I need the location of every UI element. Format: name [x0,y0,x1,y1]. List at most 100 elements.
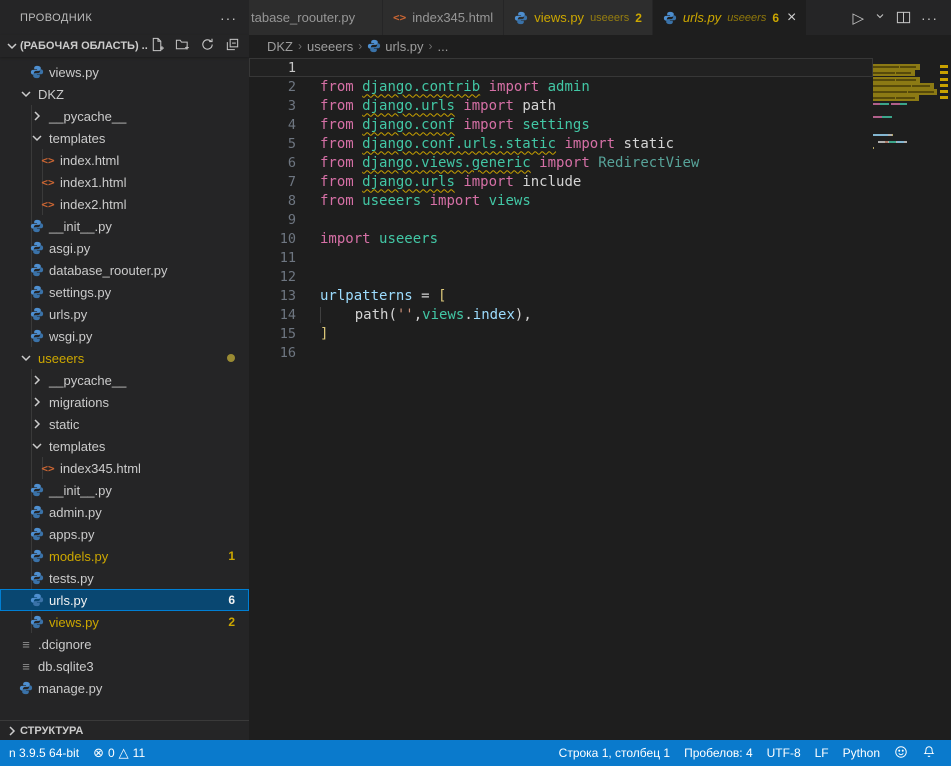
editor-line-6[interactable]: 6from django.views.generic import Redire… [249,153,873,172]
minimap-token [873,97,880,99]
python-icon [29,219,45,233]
editor-line-12[interactable]: 12 [249,267,873,286]
tree-item-templates[interactable]: templates [0,435,249,457]
python-icon [29,527,45,541]
run-dropdown[interactable] [871,6,889,30]
editor-line-14[interactable]: 14 path('',views.index), [249,305,873,324]
tree-item-settings-py[interactable]: settings.py [0,281,249,303]
split-editor-button[interactable] [893,6,914,30]
tree-item-urls-py[interactable]: urls.py [0,303,249,325]
refresh-explorer-button[interactable] [198,37,216,55]
minimap-token [922,85,930,87]
run-button[interactable]: ▷ [849,6,867,30]
editor-line-2[interactable]: 2from django.contrib import admin [249,77,873,96]
status-encoding[interactable]: UTF-8 [760,740,808,766]
minimap[interactable] [873,57,937,740]
status-cursor-position[interactable]: Строка 1, столбец 1 [552,740,677,766]
tree-item-index-html[interactable]: <>index.html [0,149,249,171]
minimap-token [880,85,911,87]
tree-item-tests-py[interactable]: tests.py [0,567,249,589]
editor-line-7[interactable]: 7from django.urls import include [249,172,873,191]
tab-index345-html[interactable]: <>index345.html [383,0,504,35]
status-language-mode[interactable]: Python [836,740,887,766]
tab-tabase-roouter-py[interactable]: tabase_roouter.py [249,0,383,35]
modified-dot-badge [227,354,235,362]
outline-section-header[interactable]: СТРУКТУРА [0,720,249,740]
editor-line-11[interactable]: 11 [249,248,873,267]
new-folder-button[interactable] [173,37,191,55]
tab-views-py[interactable]: views.pyuseeers2 [504,0,653,35]
tree-item-database-roouter-py[interactable]: database_roouter.py [0,259,249,281]
editor-line-5[interactable]: 5from django.conf.urls.static import sta… [249,134,873,153]
breadcrumb-item-dkz[interactable]: DKZ [267,39,293,54]
breadcrumb-item-urls-py[interactable]: urls.py [367,39,423,54]
tree-item-index345-html[interactable]: <>index345.html [0,457,249,479]
editor-line-15[interactable]: 15] [249,324,873,343]
tree-item-db-sqlite3[interactable]: ≡db.sqlite3 [0,655,249,677]
tree-item-views-py[interactable]: views.py2 [0,611,249,633]
feedback-icon [894,745,908,762]
editor-line-10[interactable]: 10import useeers [249,229,873,248]
minimap-token [905,97,914,99]
tree-item-dkz[interactable]: DKZ [0,83,249,105]
line-content: from django.conf import settings [296,117,590,133]
minimap-token [873,79,880,81]
minimap-token [896,97,905,99]
tab-directory-hint: useeers [727,12,766,24]
status-notifications[interactable] [915,740,943,766]
tree-item-label: apps.py [49,527,95,542]
tree-item-templates[interactable]: templates [0,127,249,149]
line-number: 16 [249,345,296,361]
editor-line-13[interactable]: 13urlpatterns = [ [249,286,873,305]
editor-line-9[interactable]: 9 [249,210,873,229]
minimap-line [873,77,937,83]
line-content: from django.contrib import admin [296,79,590,95]
tree-item-index1-html[interactable]: <>index1.html [0,171,249,193]
tree-item-views-py[interactable]: views.py [0,61,249,83]
tree-item-pycache[interactable]: __pycache__ [0,369,249,391]
python-icon [663,11,677,25]
explorer-more-actions-button[interactable]: ··· [220,10,237,26]
tree-item-dcignore[interactable]: ≡.dcignore [0,633,249,655]
status-eol-sequence[interactable]: LF [808,740,836,766]
editor-line-1[interactable]: 1 [249,58,873,77]
tree-item-pycache[interactable]: __pycache__ [0,105,249,127]
editor-line-16[interactable]: 16 [249,343,873,362]
close-icon[interactable]: × [787,9,796,27]
tree-item-models-py[interactable]: models.py1 [0,545,249,567]
status-text: n 3.9.5 64-bit [9,746,79,760]
code-editor[interactable]: 12from django.contrib import admin3from … [249,57,951,740]
editor-line-4[interactable]: 4from django.conf import settings [249,115,873,134]
tree-item-useeers[interactable]: useeers [0,347,249,369]
tree-item-urls-py[interactable]: urls.py6 [0,589,249,611]
more-actions-button[interactable]: ··· [918,6,941,30]
tree-item-init-py[interactable]: __init__.py [0,479,249,501]
tree-item-manage-py[interactable]: manage.py [0,677,249,699]
tree-item-admin-py[interactable]: admin.py [0,501,249,523]
tree-item-init-py[interactable]: __init__.py [0,215,249,237]
editor-line-8[interactable]: 8from useeers import views [249,191,873,210]
status-feedback[interactable] [887,740,915,766]
status-problems[interactable]: ⊗0△11 [86,740,152,766]
breadcrumb-item-useeers[interactable]: useeers [307,39,353,54]
status-python-version[interactable]: n 3.9.5 64-bit [2,740,86,766]
explorer-title: ПРОВОДНИК [20,12,92,24]
new-file-button[interactable] [148,37,166,55]
tree-item-asgi-py[interactable]: asgi.py [0,237,249,259]
workspace-section-header[interactable]: (РАБОЧАЯ ОБЛАСТЬ) ... [0,35,249,57]
overview-warning-mark [940,90,948,93]
minimap-line [873,101,937,107]
tree-item-index2-html[interactable]: <>index2.html [0,193,249,215]
tree-item-apps-py[interactable]: apps.py [0,523,249,545]
minimap-token [889,141,896,143]
file-icon: ≡ [18,637,34,652]
editor-line-3[interactable]: 3from django.urls import path [249,96,873,115]
breadcrumb-item-[interactable]: ... [438,39,449,54]
tree-item-migrations[interactable]: migrations [0,391,249,413]
tree-item-wsgi-py[interactable]: wsgi.py [0,325,249,347]
tree-item-static[interactable]: static [0,413,249,435]
collapse-folders-button[interactable] [223,37,241,55]
tab-urls-py[interactable]: urls.pyuseeers6× [653,0,807,35]
python-icon [29,241,45,255]
status-indentation[interactable]: Пробелов: 4 [677,740,760,766]
